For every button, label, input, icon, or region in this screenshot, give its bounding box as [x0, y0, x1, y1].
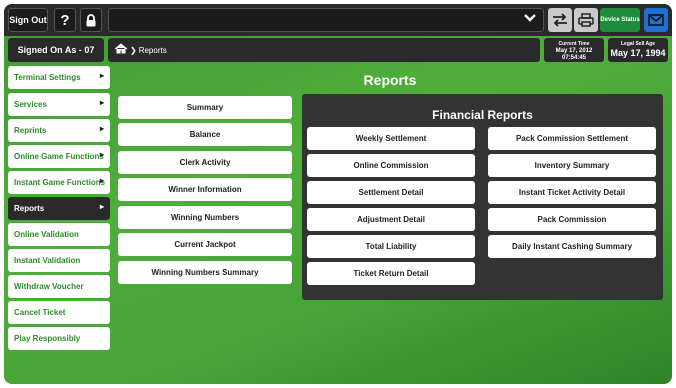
sidebar-item-play-responsibly[interactable]: Play Responsibly — [8, 327, 110, 350]
current-time-label: Current Time — [558, 41, 590, 47]
financial-reports-panel: Financial Reports Weekly Settlement Pack… — [302, 94, 663, 300]
winning-numbers-button[interactable]: Winning Numbers — [118, 206, 292, 229]
sidebar-item-label: Play Responsibly — [14, 334, 81, 343]
sidebar-item-label: Online Validation — [14, 230, 79, 239]
top-bar: Sign Out ? Device Status — [4, 4, 672, 36]
home-icon[interactable] — [114, 43, 128, 57]
legal-sell-age-box: Legal Sell Age May 17, 1994 — [608, 38, 668, 62]
sidebar-item-label: Services — [14, 100, 47, 109]
chevron-right-icon: ▸ — [99, 98, 104, 107]
legal-sell-age-label: Legal Sell Age — [621, 41, 655, 47]
current-jackpot-button[interactable]: Current Jackpot — [118, 233, 292, 256]
sign-out-button[interactable]: Sign Out — [8, 8, 48, 32]
sidebar-item-label: Cancel Ticket — [14, 308, 66, 317]
sidebar-item-label: Reprints — [14, 126, 47, 135]
chevron-right-icon: ▸ — [99, 150, 104, 159]
instant-ticket-activity-detail-button[interactable]: Instant Ticket Activity Detail — [488, 181, 656, 204]
app-frame: Sign Out ? Device Status Signed On As - … — [4, 4, 672, 384]
chevron-right-icon: ▸ — [99, 124, 104, 133]
pack-commission-settlement-button[interactable]: Pack Commission Settlement — [488, 127, 656, 150]
page-title: Reports — [363, 72, 417, 88]
ticket-return-detail-button[interactable]: Ticket Return Detail — [307, 262, 475, 285]
settlement-detail-button[interactable]: Settlement Detail — [307, 181, 475, 204]
current-time-box: Current Time May 17, 2012 07:54:45 — [544, 38, 604, 62]
mail-button[interactable] — [644, 8, 668, 32]
sidebar-item-label: Reports — [14, 204, 45, 213]
adjustment-detail-button[interactable]: Adjustment Detail — [307, 208, 475, 231]
winning-numbers-summary-button[interactable]: Winning Numbers Summary — [118, 261, 292, 284]
sidebar-item-terminal-settings[interactable]: Terminal Settings ▸ — [8, 66, 110, 89]
current-date: May 17, 2012 — [555, 48, 593, 54]
online-commission-button[interactable]: Online Commission — [307, 154, 475, 177]
weekly-settlement-button[interactable]: Weekly Settlement — [307, 127, 475, 150]
sidebar-item-label: Instant Validation — [14, 256, 81, 265]
sidebar-item-withdraw-voucher[interactable]: Withdraw Voucher — [8, 275, 110, 298]
lock-button[interactable] — [80, 8, 102, 32]
sidebar-item-label: Instant Game Functions — [14, 178, 106, 187]
swap-button[interactable] — [548, 8, 572, 32]
summary-button[interactable]: Summary — [118, 96, 292, 119]
clerk-activity-button[interactable]: Clerk Activity — [118, 151, 292, 174]
message-bar[interactable] — [108, 8, 544, 32]
sidebar-item-online-game-functions[interactable]: Online Game Functions ▸ — [8, 145, 110, 168]
financial-reports-title: Financial Reports — [432, 108, 533, 122]
total-liability-button[interactable]: Total Liability — [307, 235, 475, 258]
pack-commission-button[interactable]: Pack Commission — [488, 208, 656, 231]
lock-icon — [86, 13, 96, 26]
chevron-right-icon: ▸ — [99, 202, 104, 211]
sidebar-item-reprints[interactable]: Reprints ▸ — [8, 119, 110, 142]
inventory-summary-button[interactable]: Inventory Summary — [488, 154, 656, 177]
device-status-button[interactable]: Device Status — [600, 8, 640, 32]
sidebar-item-online-validation[interactable]: Online Validation — [8, 223, 110, 246]
sidebar-item-instant-validation[interactable]: Instant Validation — [8, 249, 110, 272]
balance-button[interactable]: Balance — [118, 123, 292, 146]
mail-icon — [648, 14, 664, 26]
swap-icon — [553, 13, 567, 27]
sidebar-item-services[interactable]: Services ▸ — [8, 93, 110, 116]
sidebar-item-label: Online Game Functions — [14, 152, 104, 161]
chevron-right-icon: ▸ — [99, 176, 104, 185]
help-button[interactable]: ? — [54, 8, 76, 32]
legal-sell-age-date: May 17, 1994 — [610, 48, 666, 58]
sidebar-item-cancel-ticket[interactable]: Cancel Ticket — [8, 301, 110, 324]
printer-icon — [578, 13, 594, 27]
print-button[interactable] — [574, 8, 598, 32]
sidebar-item-label: Terminal Settings — [14, 73, 81, 82]
breadcrumb-arrow: ❯ — [130, 45, 137, 55]
daily-instant-cashing-summary-button[interactable]: Daily Instant Cashing Summary — [488, 235, 656, 258]
chevron-down-icon[interactable] — [523, 11, 537, 28]
breadcrumb-reports[interactable]: Reports — [139, 46, 167, 55]
winner-information-button[interactable]: Winner Information — [118, 178, 292, 201]
sidebar-item-label: Withdraw Voucher — [14, 282, 84, 291]
chevron-right-icon: ▸ — [99, 71, 104, 80]
status-bar: Signed On As - 07 ❯ Reports Current Time… — [4, 38, 672, 62]
current-time: 07:54:45 — [561, 55, 587, 61]
sidebar-item-reports[interactable]: Reports ▸ — [8, 197, 110, 220]
breadcrumb: ❯ Reports — [108, 38, 540, 62]
sidebar-item-instant-game-functions[interactable]: Instant Game Functions ▸ — [8, 171, 110, 194]
signed-on-label: Signed On As - 07 — [8, 38, 104, 62]
